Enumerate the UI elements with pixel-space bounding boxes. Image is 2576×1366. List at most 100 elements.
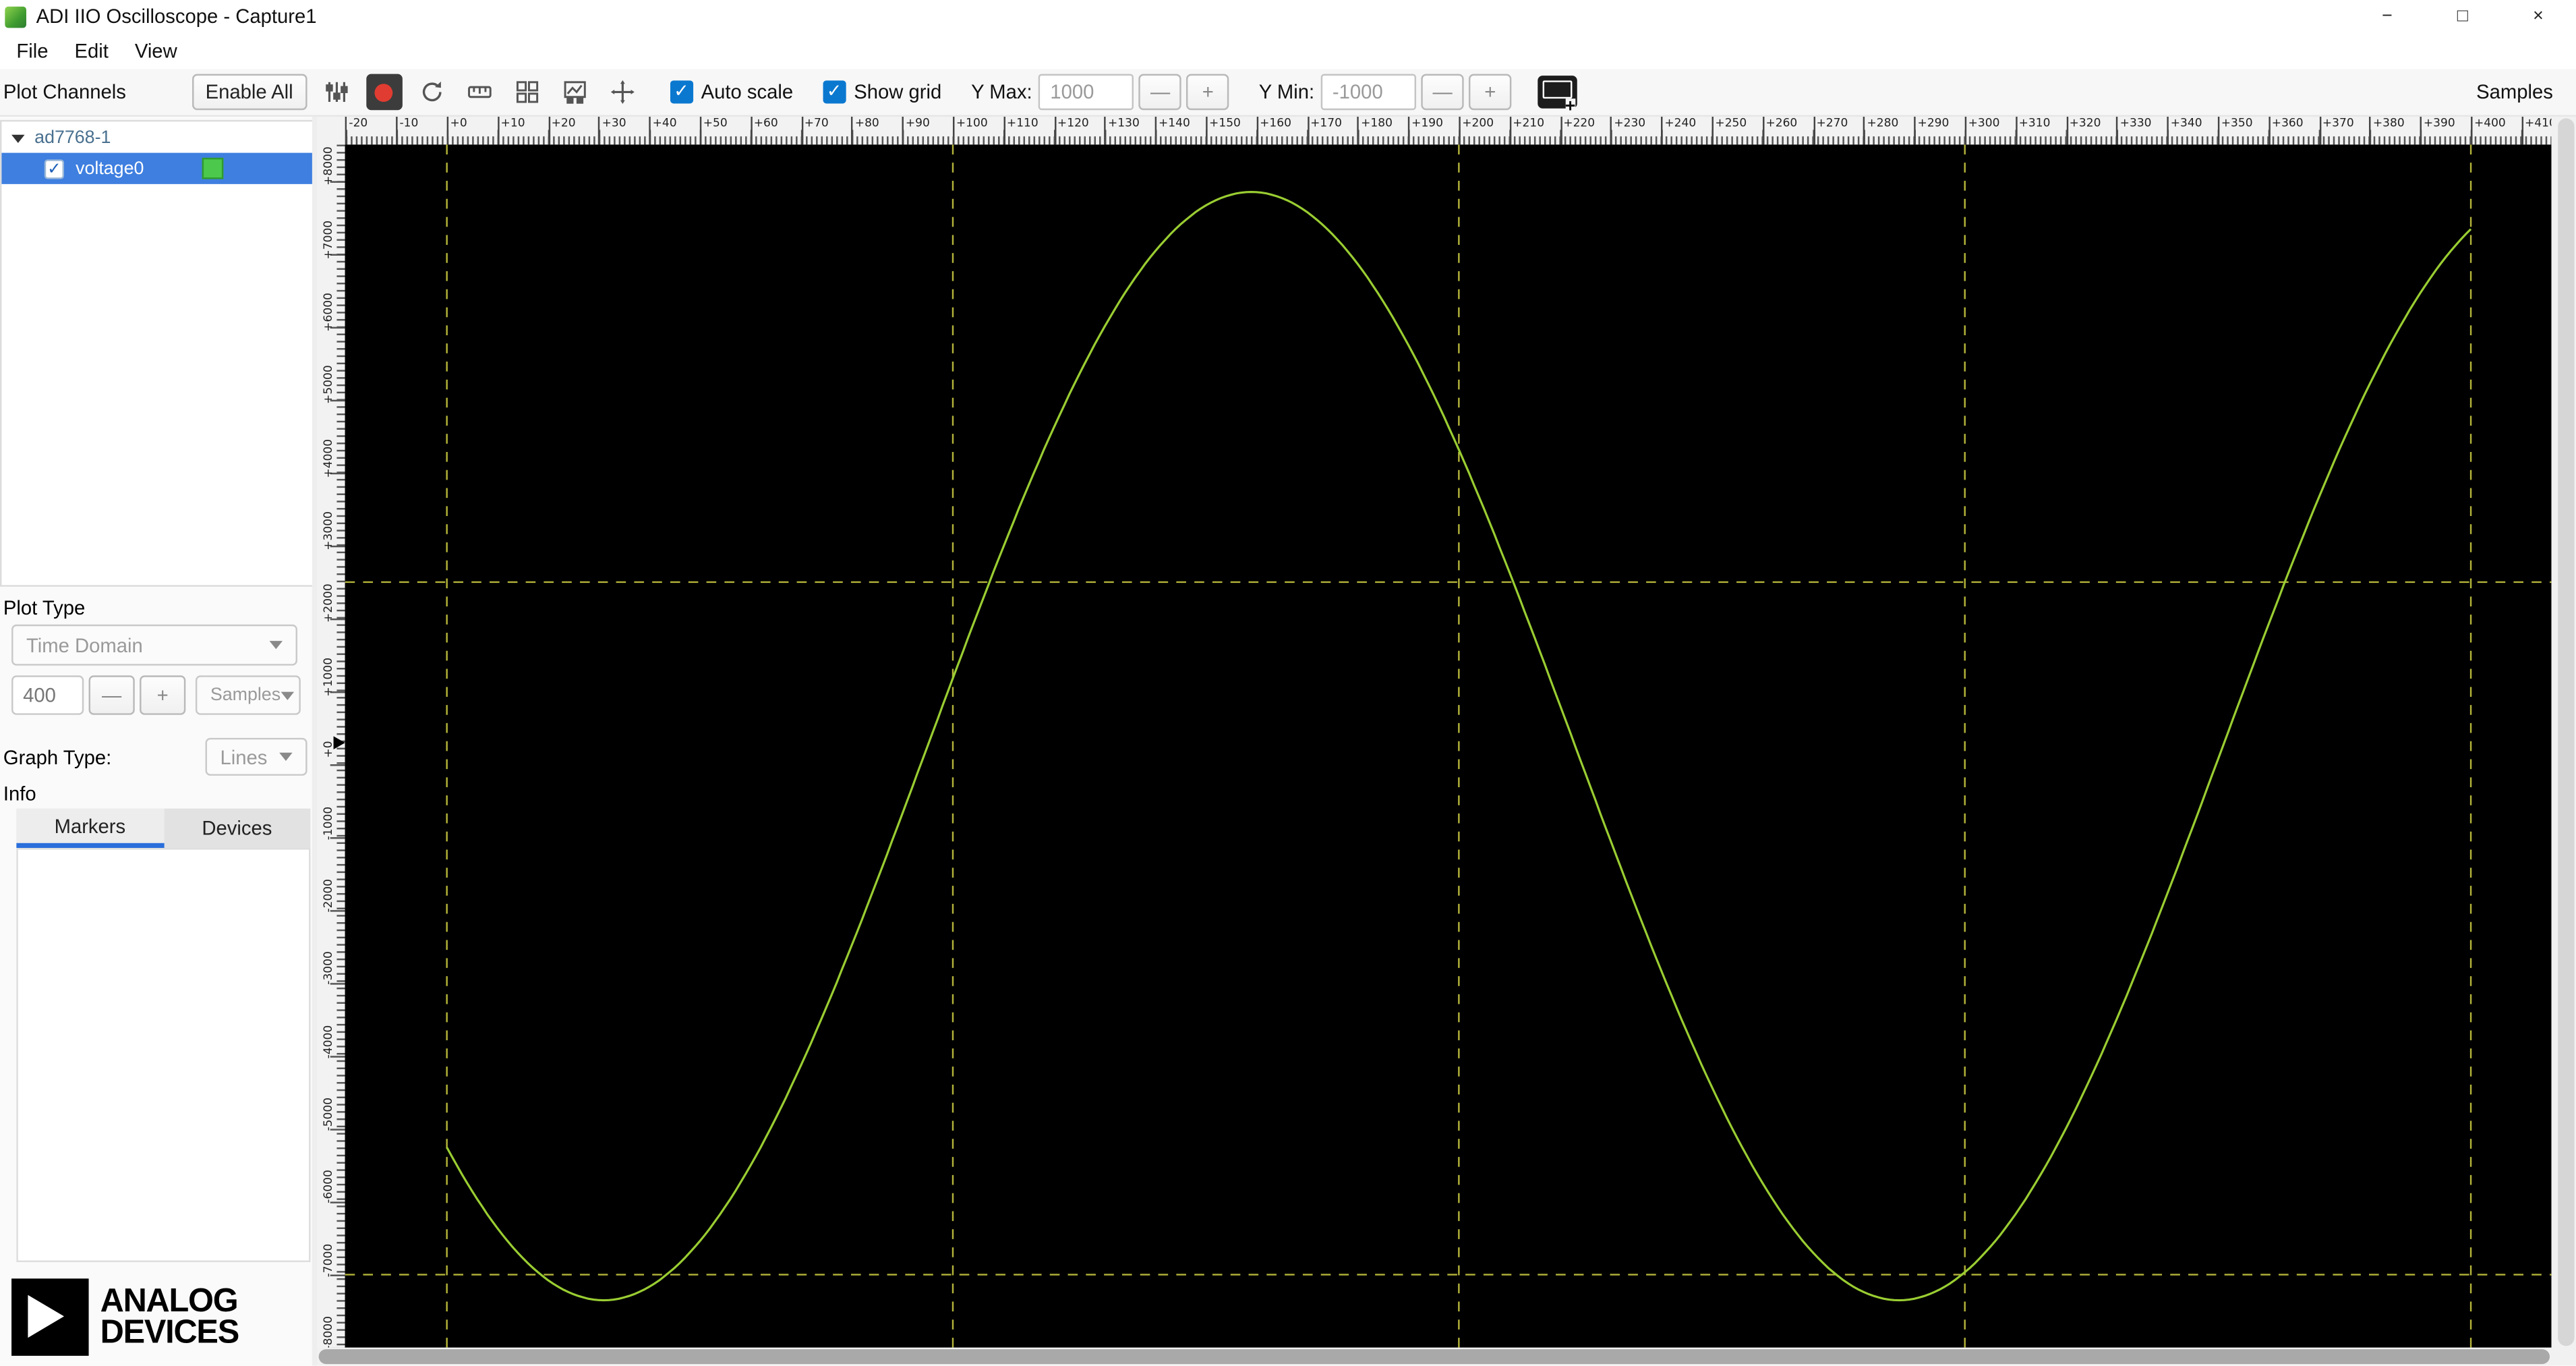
graph-type-select[interactable]: Lines (205, 737, 308, 776)
plot-channels-label: Plot Channels (3, 80, 126, 104)
x-tick-label: +370 (2318, 116, 2354, 145)
sample-unit-value: Samples (210, 685, 281, 706)
y-tick-label: -6000 (322, 1170, 335, 1204)
x-tick-label: +270 (1813, 116, 1848, 145)
x-tick-label: -20 (345, 116, 368, 145)
x-tick-label: +80 (851, 116, 879, 145)
graph-type-label: Graph Type: (3, 745, 112, 768)
y-min-decrement-button[interactable]: — (1421, 74, 1464, 111)
x-tick-label: +300 (1964, 116, 1999, 145)
x-tick-label: +220 (1560, 116, 1595, 145)
y-tick-label: -5000 (322, 1097, 335, 1131)
x-tick-label: +200 (1459, 116, 1494, 145)
sample-count-input[interactable] (11, 675, 84, 715)
horizontal-scrollbar-thumb[interactable] (318, 1349, 2550, 1365)
auto-scale-checkbox[interactable]: ✓ Auto scale (670, 80, 794, 104)
expander-icon[interactable] (11, 134, 25, 142)
channel-name: voltage0 (76, 159, 144, 179)
sample-count-increment-button[interactable]: + (140, 675, 186, 715)
add-plot-icon[interactable] (1538, 76, 1577, 115)
plot-type-select[interactable]: Time Domain (11, 624, 297, 666)
menu-view[interactable]: View (121, 34, 190, 67)
x-tick-label: +150 (1206, 116, 1241, 145)
close-button[interactable]: × (2500, 0, 2576, 33)
y-tick-label: -7000 (322, 1243, 335, 1277)
vertical-scrollbar-thumb[interactable] (2558, 118, 2575, 1346)
chevron-down-icon (279, 752, 293, 761)
y-max-input[interactable] (1038, 74, 1134, 111)
plot-type-label: Plot Type (3, 596, 86, 620)
x-tick-label: +90 (902, 116, 930, 145)
y-tick-label: +0 (322, 741, 335, 758)
menu-file[interactable]: File (3, 34, 61, 67)
toolbar: Plot Channels Enable All ✓ Auto scale ✓ … (0, 69, 2576, 117)
y-min-input[interactable] (1320, 74, 1417, 111)
show-grid-checkbox[interactable]: ✓ Show grid (822, 80, 941, 104)
y-tick-label: -3000 (322, 951, 335, 986)
new-plot-icon[interactable] (556, 74, 593, 111)
grid-style-icon[interactable] (509, 74, 546, 111)
horizontal-scrollbar[interactable] (317, 1347, 2552, 1366)
x-tick-label: +380 (2369, 116, 2405, 145)
y-tick-label: +8000 (322, 146, 335, 186)
x-tick-label: +190 (1408, 116, 1443, 145)
ruler-corner (317, 116, 345, 145)
y-tick-label: +5000 (322, 365, 335, 405)
channel-color-swatch[interactable] (201, 157, 223, 179)
x-tick-label: +250 (1711, 116, 1747, 145)
y-min-increment-button[interactable]: + (1469, 74, 1512, 111)
enable-all-button[interactable]: Enable All (192, 74, 307, 111)
oscilloscope-plot[interactable] (345, 144, 2552, 1348)
restart-capture-icon[interactable] (413, 74, 450, 111)
show-grid-check-icon: ✓ (822, 80, 846, 104)
x-tick-label: +400 (2471, 116, 2506, 145)
channel-checkbox[interactable]: ✓ (44, 159, 65, 179)
waveform-canvas[interactable] (345, 144, 2552, 1348)
markers-icon[interactable] (461, 74, 498, 111)
chevron-down-icon (269, 641, 283, 650)
y-max-increment-button[interactable]: + (1186, 74, 1229, 111)
x-tick-label: +130 (1105, 116, 1140, 145)
sample-unit-select[interactable]: Samples (195, 675, 301, 715)
x-tick-label: +10 (497, 116, 525, 145)
y-tick-label: +6000 (322, 292, 335, 332)
sample-count-decrement-button[interactable]: — (88, 675, 135, 715)
x-tick-label: +120 (1054, 116, 1089, 145)
x-tick-label: +70 (800, 116, 829, 145)
y-tick-label: -2000 (322, 878, 335, 913)
move-icon[interactable] (604, 74, 641, 111)
x-tick-label: +170 (1307, 116, 1342, 145)
x-ruler: -20 -10 +0 +10 +20 +30 +40 +50 +60 +70 +80 +90 +100 +… (345, 116, 2552, 145)
minimize-button[interactable]: − (2349, 0, 2425, 33)
y-tick-label: +4000 (322, 438, 335, 478)
x-tick-label: +0 (446, 116, 467, 145)
sidebar: ad7768-1 ✓ voltage0 Plot Type Time Domai… (0, 116, 318, 1366)
graph-type-row: Graph Type: Lines (3, 737, 308, 776)
channel-row-voltage0[interactable]: ✓ voltage0 (1, 152, 312, 184)
x-tick-label: +310 (2015, 116, 2050, 145)
chevron-down-icon (281, 691, 294, 700)
x-tick-label: +60 (750, 116, 778, 145)
x-tick-label: +260 (1762, 116, 1797, 145)
main-body: ad7768-1 ✓ voltage0 Plot Type Time Domai… (0, 116, 2576, 1366)
tab-devices[interactable]: Devices (163, 809, 310, 848)
y-ruler-marker (333, 736, 345, 749)
x-tick-label: +230 (1610, 116, 1645, 145)
maximize-button[interactable]: □ (2425, 0, 2500, 33)
auto-scale-label: Auto scale (701, 80, 794, 104)
x-tick-label: +320 (2066, 116, 2101, 145)
channel-settings-icon[interactable] (318, 74, 355, 111)
device-name: ad7768-1 (34, 128, 111, 148)
x-tick-label: +410 (2521, 116, 2551, 145)
x-tick-label: +280 (1863, 116, 1898, 145)
y-tick-label: -1000 (322, 805, 335, 840)
tab-markers[interactable]: Markers (16, 808, 164, 849)
adi-triangle-icon (11, 1278, 89, 1356)
record-icon[interactable] (365, 74, 403, 111)
device-tree-item[interactable]: ad7768-1 (1, 121, 312, 152)
vertical-scrollbar[interactable] (2556, 116, 2576, 1366)
menu-edit[interactable]: Edit (61, 34, 121, 67)
x-tick-label: +340 (2167, 116, 2202, 145)
plot-type-value: Time Domain (26, 633, 143, 657)
y-max-decrement-button[interactable]: — (1138, 74, 1182, 111)
